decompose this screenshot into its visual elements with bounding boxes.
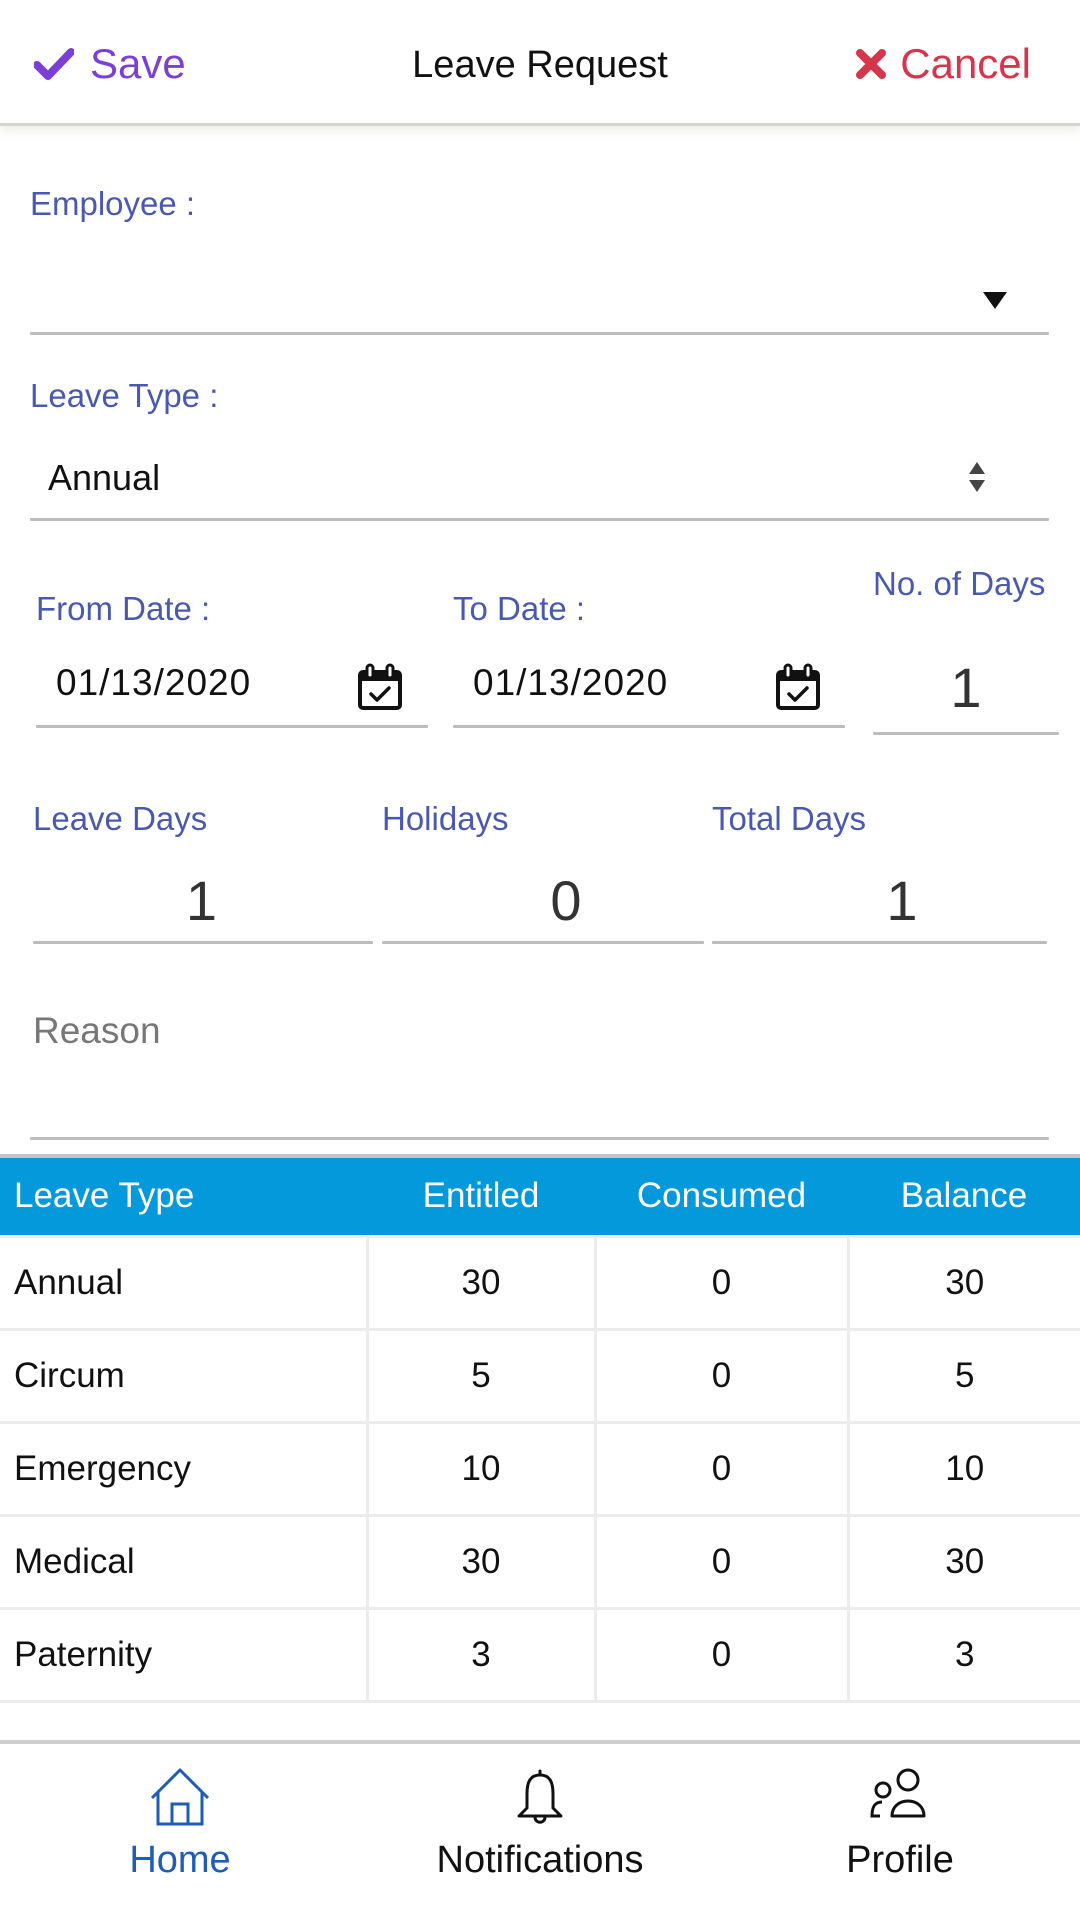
no-of-days-label: No. of Days: [873, 565, 1046, 602]
total-days-label: Total Days: [712, 800, 867, 837]
to-date-value: 01/13/2020: [473, 662, 669, 703]
cell-entitled: 30: [365, 1234, 597, 1331]
leave-type-value: Annual: [48, 457, 161, 498]
employee-label: Employee :: [30, 185, 196, 222]
cell-leave-type: Annual: [0, 1234, 369, 1331]
home-icon: [150, 1768, 210, 1826]
cell-balance: 30: [846, 1513, 1080, 1610]
bottom-nav: Home Notifications Profile: [0, 1740, 1080, 1920]
top-bar: Save Leave Request Cancel: [0, 0, 1080, 126]
cell-entitled: 10: [365, 1420, 597, 1517]
table-row: Paternity 3 0 3: [0, 1606, 1080, 1703]
holidays-value: 0: [550, 869, 582, 932]
table-row: Emergency 10 0 10: [0, 1420, 1080, 1517]
cell-balance: 10: [846, 1420, 1080, 1517]
table-row: Medical 30 0 30: [0, 1513, 1080, 1610]
cell-balance: 30: [846, 1234, 1080, 1331]
cell-consumed: 0: [593, 1234, 850, 1331]
cell-consumed: 0: [593, 1513, 850, 1610]
leave-days-underline: [33, 941, 373, 944]
total-days-value: 1: [886, 869, 918, 932]
holidays-underline: [382, 941, 704, 944]
nav-home-label: Home: [129, 1839, 231, 1881]
holidays-label: Holidays: [382, 800, 509, 837]
users-icon: [870, 1768, 926, 1818]
caret-down-icon: [983, 292, 1007, 309]
cell-balance: 3: [846, 1606, 1080, 1703]
cell-balance: 5: [846, 1327, 1080, 1424]
nav-notifications-label: Notifications: [436, 1839, 644, 1881]
calendar-icon[interactable]: [775, 663, 821, 711]
table-row: Annual 30 0 30: [0, 1234, 1080, 1331]
leave-type-underline: [30, 518, 1049, 521]
save-label: Save: [90, 40, 186, 87]
calendar-icon[interactable]: [357, 663, 403, 711]
cell-entitled: 3: [365, 1606, 597, 1703]
nav-notifications[interactable]: Notifications: [360, 1744, 720, 1920]
cell-entitled: 5: [365, 1327, 597, 1424]
total-days-underline: [712, 941, 1047, 944]
leave-balance-table: Leave Type Entitled Consumed Balance Ann…: [0, 1158, 1080, 1703]
check-icon: [34, 48, 74, 80]
leave-type-label: Leave Type :: [30, 377, 219, 414]
cell-consumed: 0: [593, 1420, 850, 1517]
from-date-value: 01/13/2020: [56, 662, 252, 703]
employee-select[interactable]: [30, 250, 1049, 332]
cancel-button[interactable]: Cancel: [856, 40, 1031, 88]
sort-updown-icon: [969, 462, 985, 492]
cell-leave-type: Emergency: [0, 1420, 369, 1517]
to-date-label: To Date :: [453, 590, 586, 627]
from-date-underline: [36, 725, 428, 728]
cell-leave-type: Circum: [0, 1327, 369, 1424]
reason-underline: [30, 1137, 1049, 1140]
close-icon: [856, 49, 887, 79]
column-header-consumed: Consumed: [595, 1158, 848, 1236]
table-header-row: Leave Type Entitled Consumed Balance: [0, 1158, 1080, 1236]
cell-leave-type: Medical: [0, 1513, 369, 1610]
save-button[interactable]: Save: [34, 40, 186, 88]
leave-days-value: 1: [185, 869, 218, 932]
bell-icon: [517, 1769, 563, 1824]
employee-underline: [30, 332, 1049, 335]
nav-home[interactable]: Home: [0, 1744, 360, 1920]
cell-consumed: 0: [593, 1327, 850, 1424]
leave-days-label: Leave Days: [33, 800, 208, 837]
cell-consumed: 0: [593, 1606, 850, 1703]
leave-type-select[interactable]: Annual: [30, 440, 1049, 518]
nav-profile-label: Profile: [846, 1839, 954, 1881]
cancel-label: Cancel: [900, 40, 1031, 87]
cell-leave-type: Paternity: [0, 1606, 369, 1703]
from-date-label: From Date :: [36, 590, 211, 627]
cell-entitled: 30: [365, 1513, 597, 1610]
nav-profile[interactable]: Profile: [720, 1744, 1080, 1920]
no-of-days-value: 1: [950, 656, 982, 719]
to-date-underline: [453, 725, 845, 728]
table-row: Circum 5 0 5: [0, 1327, 1080, 1424]
column-header-balance: Balance: [848, 1158, 1080, 1236]
reason-input[interactable]: Reason: [33, 1010, 161, 1052]
no-of-days-underline: [873, 732, 1059, 735]
column-header-leave-type: Leave Type: [0, 1158, 367, 1236]
column-header-entitled: Entitled: [367, 1158, 595, 1236]
